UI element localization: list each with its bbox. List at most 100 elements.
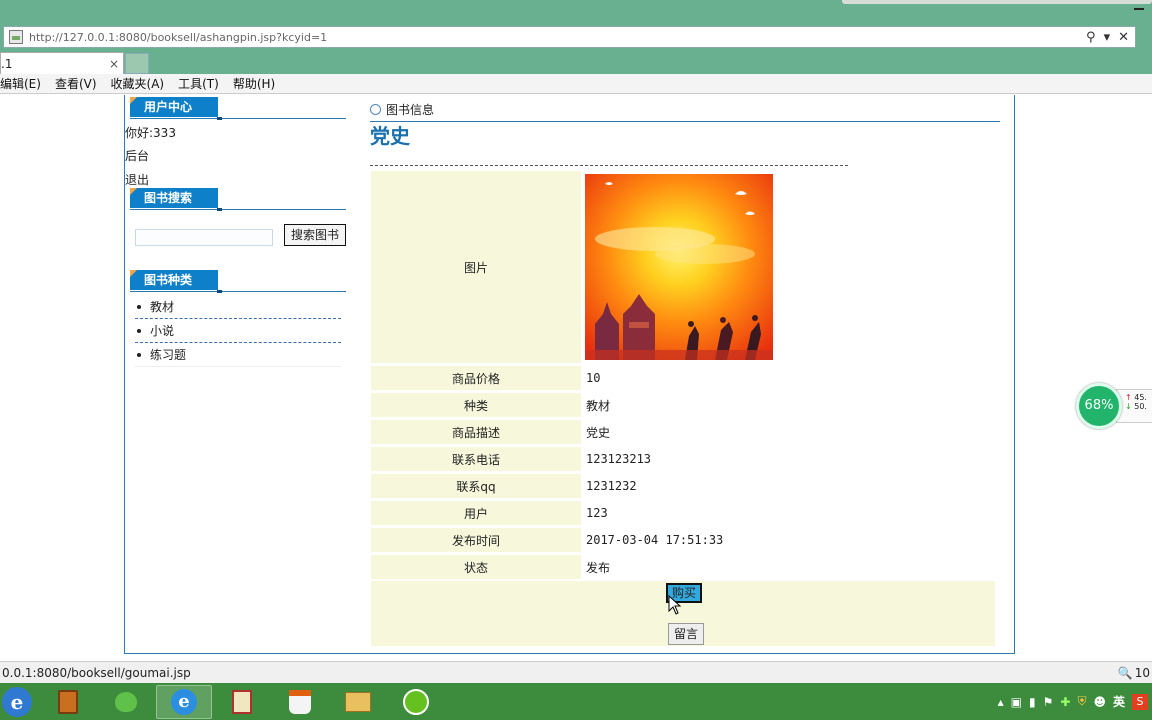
category-item-exercises[interactable]: 练习题 (135, 343, 341, 367)
phone-label: 联系电话 (371, 447, 581, 471)
image-label: 图片 (371, 171, 581, 363)
close-icon[interactable]: ✕ (1118, 30, 1129, 45)
logout-link[interactable]: 退出 (125, 171, 149, 188)
taskbar-book-app-icon[interactable] (40, 685, 96, 719)
leave-message-button[interactable]: 留言 (668, 623, 704, 645)
menu-tools[interactable]: 工具(T) (171, 75, 226, 92)
window-top-strip (842, 0, 1152, 4)
category-item-novel[interactable]: 小说 (135, 319, 341, 343)
kind-value: 教材 (581, 393, 781, 417)
menu-favorites[interactable]: 收藏夹(A) (104, 75, 172, 92)
table-row: 种类 教材 (371, 393, 995, 417)
browser-tab[interactable]: .1 × (0, 52, 124, 74)
tray-plus-icon[interactable]: ✚ (1060, 695, 1070, 709)
kind-label: 种类 (371, 393, 581, 417)
price-value: 10 (581, 366, 781, 390)
page-icon (9, 30, 23, 44)
tab-bar: .1 × (0, 50, 1152, 74)
mouse-cursor-icon (668, 595, 682, 615)
table-row: 商品价格 10 (371, 366, 995, 390)
tab-close-icon[interactable]: × (109, 57, 119, 71)
book-category-title: 图书种类 (130, 270, 222, 293)
tray-network-icon[interactable]: ▣ (1011, 695, 1022, 709)
notepad-icon (232, 689, 252, 714)
url-host: http://127.0.0.1 (29, 30, 116, 44)
publish-time-label: 发布时间 (371, 528, 581, 552)
minimize-icon[interactable] (1134, 8, 1144, 10)
book-search-title: 图书搜索 (130, 188, 222, 211)
performance-widget[interactable]: ↑ 45. ↓ 50. 68% (1076, 383, 1152, 429)
zoom-icon: 🔍 (1117, 665, 1133, 680)
taskbar-green-app-icon[interactable] (388, 685, 444, 719)
address-bar[interactable]: http://127.0.0.1:8080/booksell/ashangpin… (3, 26, 1136, 48)
qq-label: 联系qq (371, 474, 581, 498)
admin-link[interactable]: 后台 (125, 147, 149, 164)
tray-expand-icon[interactable]: ▴ (998, 695, 1004, 709)
start-button[interactable]: e (2, 686, 32, 717)
dropdown-icon[interactable]: ▾ (1104, 30, 1111, 45)
greeting-text: 你好:333 (125, 126, 176, 140)
address-tools: ⚲ ▾ ✕ (1086, 30, 1135, 45)
memory-percent[interactable]: 68% (1076, 383, 1122, 429)
taskbar-java-icon[interactable] (272, 685, 328, 719)
new-tab-button[interactable] (125, 53, 149, 74)
download-arrow-icon: ↓ (1125, 402, 1132, 411)
status-url: 0.0.1:8080/booksell/goumai.jsp (2, 665, 191, 680)
tray-shield-icon[interactable]: ⛨ (1077, 694, 1086, 709)
menu-bar: 编辑(E) 查看(V) 收藏夹(A) 工具(T) 帮助(H) (0, 74, 1152, 94)
book-search-input[interactable] (135, 229, 273, 246)
phone-value: 123123213 (581, 447, 781, 471)
menu-edit[interactable]: 编辑(E) (0, 75, 48, 92)
publish-time-value: 2017-03-04 17:51:33 (581, 528, 781, 552)
taskbar-ie-icon[interactable]: e (156, 684, 212, 719)
price-label: 商品价格 (371, 366, 581, 390)
category-item-textbook[interactable]: 教材 (135, 295, 341, 319)
status-value: 发布 (581, 555, 781, 579)
book-detail-table: 图片 商品价格 10 种类 教材 商品描述 党史 联系电话 123123213 … (371, 168, 995, 582)
ie-icon: e (171, 688, 197, 715)
book-search-header: 图书搜索 (130, 188, 346, 211)
folder-icon (345, 691, 371, 712)
book-category-header: 图书种类 (130, 270, 346, 293)
user-label: 用户 (371, 501, 581, 525)
window-title-bar (0, 0, 1152, 26)
url-path: :8080/booksell/ashangpin.jsp?kcyid=1 (115, 30, 328, 44)
menu-view[interactable]: 查看(V) (48, 75, 104, 92)
breadcrumb-label: 图书信息 (386, 103, 435, 117)
description-value: 党史 (581, 420, 781, 444)
address-bar-area: http://127.0.0.1:8080/booksell/ashangpin… (0, 26, 1152, 50)
table-row: 用户 123 (371, 501, 995, 525)
taskbar-paw-app-icon[interactable] (98, 685, 154, 719)
search-icon[interactable]: ⚲ (1086, 30, 1096, 45)
tray-qq-icon[interactable]: ☻ (1093, 695, 1106, 709)
paw-icon (115, 691, 137, 712)
upload-value: 45. (1134, 393, 1147, 402)
menu-help[interactable]: 帮助(H) (226, 75, 282, 92)
zoom-level: 10 (1134, 665, 1150, 680)
category-list: 教材 小说 练习题 (135, 295, 341, 367)
ime-language[interactable]: 英 (1113, 693, 1125, 710)
download-value: 50. (1134, 402, 1147, 411)
user-value: 123 (581, 501, 781, 525)
upload-arrow-icon: ↑ (1125, 393, 1132, 402)
zoom-control[interactable]: 🔍 10 (1118, 666, 1150, 680)
ie-start-icon: e (10, 689, 24, 714)
page-viewport: 用户中心 你好:333 后台 退出 图书搜索 搜索图书 图书种类 教材 小说 练… (0, 95, 1152, 661)
address-url[interactable]: http://127.0.0.1:8080/booksell/ashangpin… (29, 31, 1086, 44)
book-icon (58, 689, 78, 714)
description-label: 商品描述 (371, 420, 581, 444)
search-books-button[interactable]: 搜索图书 (284, 224, 346, 246)
tray-sogou-icon[interactable]: S (1132, 693, 1148, 710)
user-center-header: 用户中心 (130, 97, 346, 120)
taskbar-folder-icon[interactable] (330, 685, 386, 719)
book-title: 党史 (370, 124, 410, 148)
tray-flag-icon[interactable]: ⚑ (1043, 695, 1054, 709)
table-row: 联系qq 1231232 (371, 474, 995, 498)
taskbar-notepad-icon[interactable] (214, 685, 270, 719)
green-circle-icon (403, 688, 429, 715)
table-row: 联系电话 123123213 (371, 447, 995, 471)
table-row: 图片 (371, 171, 995, 363)
qq-value: 1231232 (581, 474, 781, 498)
tray-app-icon[interactable]: ▮ (1029, 695, 1036, 709)
status-label: 状态 (371, 555, 581, 579)
